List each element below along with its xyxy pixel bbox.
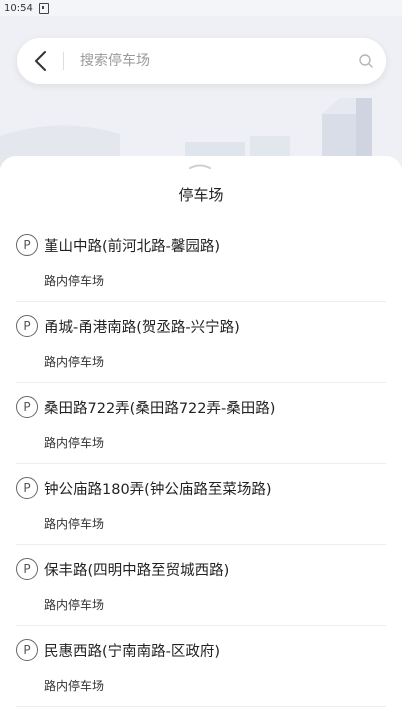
- status-time: 10:54: [4, 2, 33, 14]
- sheet-title: 停车场: [178, 186, 224, 204]
- parking-name: 堇山中路(前河北路-馨园路): [44, 239, 221, 255]
- parking-type: 路内停车场: [44, 436, 105, 450]
- parking-icon: P: [16, 396, 38, 418]
- parking-sheet: 停车场 P 堇山中路(前河北路-馨园路) 路内停车场 P 甬城-甬港南路(贺丞路…: [0, 156, 402, 720]
- parking-icon: P: [16, 477, 38, 499]
- parking-name: 甬城-甬港南路(贺丞路-兴宁路): [44, 320, 240, 336]
- parking-type: 路内停车场: [44, 679, 105, 693]
- parking-name: 保丰路(四明中路至贸城西路): [44, 563, 230, 579]
- parking-list: P 堇山中路(前河北路-馨园路) 路内停车场 P 甬城-甬港南路(贺丞路-兴宁路…: [0, 221, 402, 707]
- parking-icon: P: [16, 315, 38, 337]
- list-divider: [16, 706, 386, 707]
- parking-list-item[interactable]: P 民惠西路(宁南南路-区政府) 路内停车场: [0, 626, 402, 707]
- parking-list-item[interactable]: P 保丰路(四明中路至贸城西路) 路内停车场: [0, 545, 402, 626]
- status-bar: 10:54: [0, 0, 402, 16]
- parking-type: 路内停车场: [44, 517, 105, 531]
- parking-name: 钟公庙路180弄(钟公庙路至菜场路): [44, 482, 272, 498]
- sheet-drag-handle[interactable]: [188, 162, 212, 170]
- parking-list-item[interactable]: P 桑田路722弄(桑田路722弄-桑田路) 路内停车场: [0, 383, 402, 464]
- chevron-left-icon: [35, 51, 46, 71]
- parking-list-item[interactable]: P 堇山中路(前河北路-馨园路) 路内停车场: [0, 221, 402, 302]
- search-divider: [63, 52, 64, 70]
- sim-card-icon: [38, 2, 49, 14]
- parking-icon: P: [16, 639, 38, 661]
- search-input[interactable]: [80, 53, 346, 69]
- search-bar: [17, 38, 386, 84]
- search-icon[interactable]: [346, 38, 386, 84]
- parking-type: 路内停车场: [44, 274, 105, 288]
- parking-type: 路内停车场: [44, 598, 105, 612]
- parking-list-item[interactable]: P 甬城-甬港南路(贺丞路-兴宁路) 路内停车场: [0, 302, 402, 383]
- parking-icon: P: [16, 558, 38, 580]
- back-button[interactable]: [17, 38, 63, 84]
- parking-type: 路内停车场: [44, 355, 105, 369]
- parking-icon: P: [16, 234, 38, 256]
- parking-list-item[interactable]: P 钟公庙路180弄(钟公庙路至菜场路) 路内停车场: [0, 464, 402, 545]
- parking-name: 桑田路722弄(桑田路722弄-桑田路): [44, 401, 276, 417]
- parking-name: 民惠西路(宁南南路-区政府): [44, 644, 221, 660]
